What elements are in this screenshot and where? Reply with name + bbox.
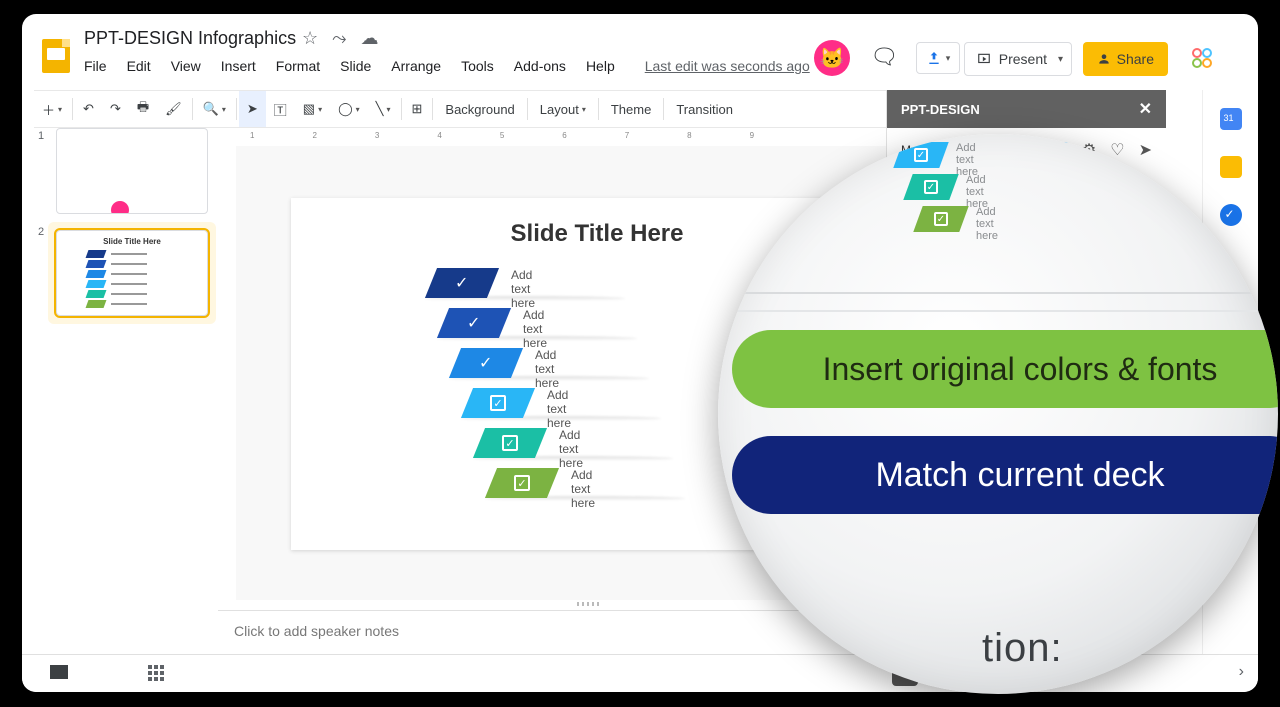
divider: [718, 292, 1278, 294]
thumbnail-1[interactable]: [56, 128, 208, 214]
select-tool[interactable]: ➤: [239, 91, 266, 127]
transition-button[interactable]: Transition: [666, 91, 743, 127]
new-slide-button[interactable]: ＋: [34, 91, 70, 127]
list-item[interactable]: ✓Add texthere: [443, 308, 491, 348]
menu-format[interactable]: Format: [276, 58, 320, 74]
menu-bar: File Edit View Insert Format Slide Arran…: [84, 58, 810, 74]
comment-tool[interactable]: ⊞: [404, 91, 431, 127]
layout-button[interactable]: Layout: [530, 91, 596, 127]
menu-insert[interactable]: Insert: [221, 58, 256, 74]
calendar-icon[interactable]: [1220, 108, 1242, 130]
slide-list: ✓Add texthere ✓Add texthere ✓Add texther…: [431, 268, 491, 508]
vertical-ruler: [218, 146, 236, 600]
thumbnail-2[interactable]: Slide Title Here: [56, 230, 208, 316]
menu-addons[interactable]: Add-ons: [514, 58, 566, 74]
move-icon[interactable]: ⤳: [332, 28, 346, 49]
print-button[interactable]: 🖶: [129, 91, 157, 127]
cloud-icon[interactable]: ☁: [361, 28, 379, 49]
textbox-tool[interactable]: 🅃: [266, 91, 295, 127]
undo-button[interactable]: ↶: [75, 91, 102, 127]
grid-view-icon[interactable]: [148, 665, 164, 681]
list-item[interactable]: ✓Add texthere: [479, 428, 491, 468]
comments-icon[interactable]: 🗨: [870, 44, 898, 70]
share-label: Share: [1117, 51, 1154, 67]
sidepanel-title: PPT-DESIGN: [901, 102, 980, 117]
magnifier-overlay: ✓Add texthere ✓Add texthere ✓Add texther…: [718, 134, 1278, 694]
list-item[interactable]: ✓Add texthere: [455, 348, 491, 388]
list-item[interactable]: ✓Add texthere: [431, 268, 491, 308]
present-label: Present: [999, 51, 1047, 67]
background-button[interactable]: Background: [435, 91, 524, 127]
theme-button[interactable]: Theme: [601, 91, 661, 127]
menu-edit[interactable]: Edit: [127, 58, 151, 74]
paint-format-button[interactable]: 🖌: [157, 91, 190, 127]
close-icon[interactable]: ✕: [1139, 99, 1152, 119]
present-button[interactable]: Present: [964, 42, 1072, 76]
insert-original-button[interactable]: Insert original colors & fonts: [732, 330, 1278, 408]
thumb-title: Slide Title Here: [57, 237, 207, 246]
text-fragment: tion:: [982, 626, 1063, 671]
filmstrip-view-icon[interactable]: [50, 665, 68, 679]
shape-tool[interactable]: ◯: [330, 91, 368, 127]
upload-button[interactable]: [916, 42, 960, 74]
slides-logo-icon[interactable]: [36, 36, 76, 76]
thumbnail-panel: 1 2 Slide Title Here: [34, 128, 218, 632]
doc-title[interactable]: PPT-DESIGN Infographics: [84, 28, 296, 49]
thumb-number-2: 2: [38, 226, 44, 238]
menu-arrange[interactable]: Arrange: [391, 58, 441, 74]
menu-tools[interactable]: Tools: [461, 58, 494, 74]
menu-view[interactable]: View: [171, 58, 201, 74]
match-deck-button[interactable]: Match current deck: [732, 436, 1278, 514]
zoom-button[interactable]: 🔍: [195, 91, 234, 127]
menu-slide[interactable]: Slide: [340, 58, 371, 74]
divider: [718, 310, 1278, 312]
user-avatar[interactable]: 🐱: [814, 40, 850, 76]
last-edit-link[interactable]: Last edit was seconds ago: [645, 58, 810, 74]
line-tool[interactable]: ╲: [368, 91, 399, 127]
header: PPT-DESIGN Infographics ☆ ⤳ ☁ File Edit …: [22, 14, 1258, 90]
addon-logo-icon[interactable]: [1190, 46, 1216, 72]
image-tool[interactable]: ▧: [295, 91, 330, 127]
sidepanel-header: PPT-DESIGN ✕: [887, 90, 1166, 128]
star-icon[interactable]: ☆: [302, 28, 318, 49]
magnified-preview: ✓Add texthere ✓Add texthere ✓Add texther…: [898, 142, 918, 238]
title-icons: ☆ ⤳ ☁: [302, 28, 379, 49]
menu-help[interactable]: Help: [586, 58, 615, 74]
redo-button[interactable]: ↷: [102, 91, 129, 127]
share-button[interactable]: Share: [1083, 42, 1168, 76]
thumb-number-1: 1: [38, 130, 44, 142]
list-item[interactable]: ✓Add texthere: [467, 388, 491, 428]
menu-file[interactable]: File: [84, 58, 107, 74]
